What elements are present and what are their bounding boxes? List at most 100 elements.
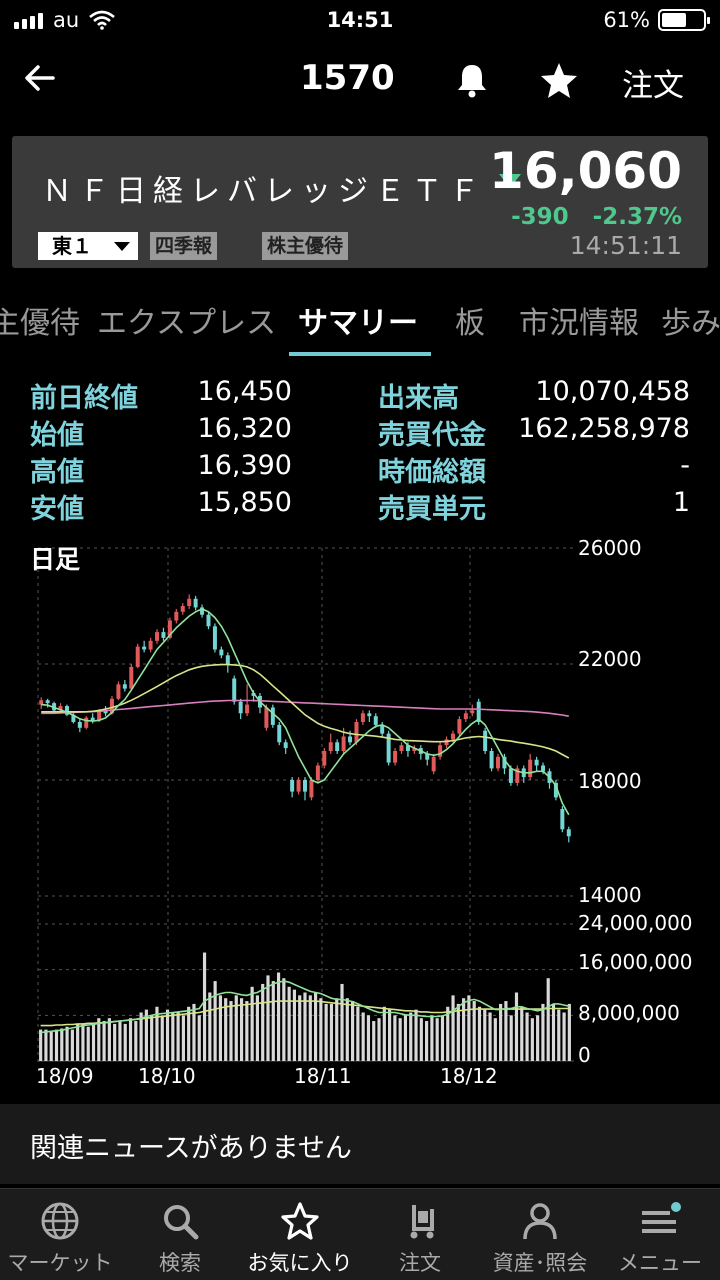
tab-market-info[interactable]: 市況情報 bbox=[519, 298, 639, 342]
candle-body bbox=[373, 716, 378, 725]
volume-bar bbox=[255, 995, 260, 1061]
candle-body bbox=[277, 724, 282, 743]
search-icon bbox=[164, 1205, 199, 1240]
bottom-tab-market[interactable]: マーケット bbox=[0, 1201, 120, 1277]
bottom-tab-favorites[interactable]: お気に入り bbox=[240, 1201, 360, 1277]
tab-yutai[interactable]: 主優待 bbox=[0, 298, 80, 342]
summary-row: 始値 16,320 売買代金 162,258,978 bbox=[0, 413, 720, 451]
cart-icon bbox=[410, 1205, 434, 1239]
tab-express[interactable]: エクスプレス bbox=[97, 298, 276, 342]
summary-value: 16,320 bbox=[197, 413, 292, 444]
volume-bar bbox=[181, 1015, 185, 1061]
candle-body bbox=[450, 733, 455, 740]
bottom-tab-assets[interactable]: 資産･照会 bbox=[480, 1201, 600, 1277]
candle-body bbox=[315, 765, 320, 780]
volume-bar bbox=[477, 1006, 482, 1061]
volume-bar bbox=[197, 1015, 201, 1061]
volume-bar bbox=[493, 1018, 497, 1061]
volume-bar bbox=[520, 1006, 524, 1061]
menu-icon bbox=[642, 1202, 681, 1233]
summary-value: 1 bbox=[672, 487, 690, 518]
volume-bar bbox=[70, 1029, 74, 1061]
candle-body bbox=[303, 780, 307, 792]
bottom-tab-order[interactable]: 注文 bbox=[360, 1201, 480, 1277]
volume-bar bbox=[44, 1029, 48, 1061]
volume-bar bbox=[91, 1023, 96, 1061]
volume-bar bbox=[160, 1015, 164, 1061]
volume-bar bbox=[451, 995, 455, 1061]
summary-label: 時価総額 bbox=[378, 457, 486, 488]
candle-body bbox=[470, 710, 475, 714]
tab-board[interactable]: 板 bbox=[455, 298, 485, 342]
person-icon bbox=[523, 1203, 557, 1240]
candle-body bbox=[309, 780, 314, 798]
volume-bar bbox=[483, 1009, 487, 1061]
candle-body bbox=[122, 684, 127, 689]
volume-bar bbox=[118, 1021, 122, 1061]
favorite-star-icon[interactable] bbox=[538, 60, 580, 102]
volume-tick-label: 8,000,000 bbox=[578, 1001, 680, 1025]
volume-bar bbox=[324, 1003, 328, 1061]
volume-bar bbox=[366, 1015, 371, 1061]
bottom-tab-search[interactable]: 検索 bbox=[120, 1201, 240, 1277]
volume-bar bbox=[488, 1012, 492, 1061]
price-tick-label: 22000 bbox=[578, 647, 642, 671]
stock-header-card: ＮＦ日経レバレッジＥＴＦ 16,060 -390 -2.37% 14:51:11… bbox=[12, 136, 708, 268]
volume-bar bbox=[134, 1021, 138, 1061]
volume-bar bbox=[171, 1012, 175, 1061]
shikiho-tag[interactable]: 四季報 bbox=[150, 232, 218, 260]
status-bar: au 14:51 61% bbox=[0, 0, 720, 40]
tab-ayumi[interactable]: 歩み bbox=[661, 298, 720, 342]
bell-icon[interactable] bbox=[452, 60, 492, 100]
bottom-tab-label: お気に入り bbox=[247, 1251, 353, 1275]
bottom-tab-bar: マーケット 検索 お気に入り 注文 資産･照会 メニュー bbox=[0, 1188, 720, 1280]
volume-bar bbox=[472, 1001, 476, 1061]
volume-bar bbox=[435, 1018, 439, 1061]
volume-bar bbox=[530, 1018, 534, 1061]
volume-bar bbox=[39, 1029, 43, 1061]
yutai-tag[interactable]: 株主優待 bbox=[262, 232, 349, 260]
market-select[interactable]: 東１ bbox=[38, 232, 138, 260]
volume-bar bbox=[49, 1031, 53, 1061]
volume-bar bbox=[102, 1021, 106, 1061]
volume-bar bbox=[414, 1009, 418, 1061]
volume-bar bbox=[245, 1001, 249, 1061]
ma25-line bbox=[41, 663, 570, 759]
bottom-tab-label: マーケット bbox=[7, 1251, 113, 1275]
summary-value: 16,390 bbox=[197, 450, 292, 481]
candle-body bbox=[45, 700, 50, 704]
candle-body bbox=[155, 632, 160, 641]
candle-body bbox=[367, 713, 372, 717]
summary-value: 15,850 bbox=[197, 487, 292, 518]
candle-body bbox=[180, 606, 185, 612]
nav-bar: 1570 注文 bbox=[0, 40, 720, 124]
volume-bar bbox=[298, 995, 302, 1061]
order-button[interactable]: 注文 bbox=[622, 60, 684, 105]
volume-bar bbox=[308, 995, 312, 1061]
news-empty-message: 関連ニュースがありません bbox=[30, 1133, 352, 1164]
volume-bar bbox=[377, 1018, 381, 1061]
candle-body bbox=[322, 751, 327, 766]
volume-bar bbox=[282, 978, 286, 1061]
daily-chart[interactable]: 日足 26000 22000 18000 14000 24,000,000 16… bbox=[0, 528, 720, 1098]
battery-percent: 61% bbox=[603, 8, 650, 32]
volume-bar bbox=[218, 995, 222, 1061]
globe-icon bbox=[41, 1202, 79, 1240]
candle-body bbox=[360, 713, 365, 722]
candle-body bbox=[508, 768, 513, 783]
candle-body bbox=[84, 717, 89, 728]
bottom-tab-menu[interactable]: メニュー bbox=[600, 1201, 720, 1277]
volume-bar bbox=[250, 986, 254, 1061]
date-tick-label: 18/11 bbox=[294, 1064, 352, 1088]
summary-row: 前日終値 16,450 出来高 10,070,458 bbox=[0, 376, 720, 414]
back-arrow-icon[interactable] bbox=[20, 58, 60, 98]
volume-bar bbox=[403, 1015, 408, 1061]
tab-summary[interactable]: サマリー bbox=[298, 298, 418, 342]
candle-body bbox=[335, 742, 340, 751]
bottom-tab-label: メニュー bbox=[618, 1251, 702, 1275]
volume-tick-label: 16,000,000 bbox=[578, 950, 693, 974]
candle-body bbox=[116, 684, 121, 699]
date-tick-label: 18/12 bbox=[440, 1064, 498, 1088]
candle-body bbox=[483, 730, 488, 751]
candle-body bbox=[399, 745, 404, 751]
